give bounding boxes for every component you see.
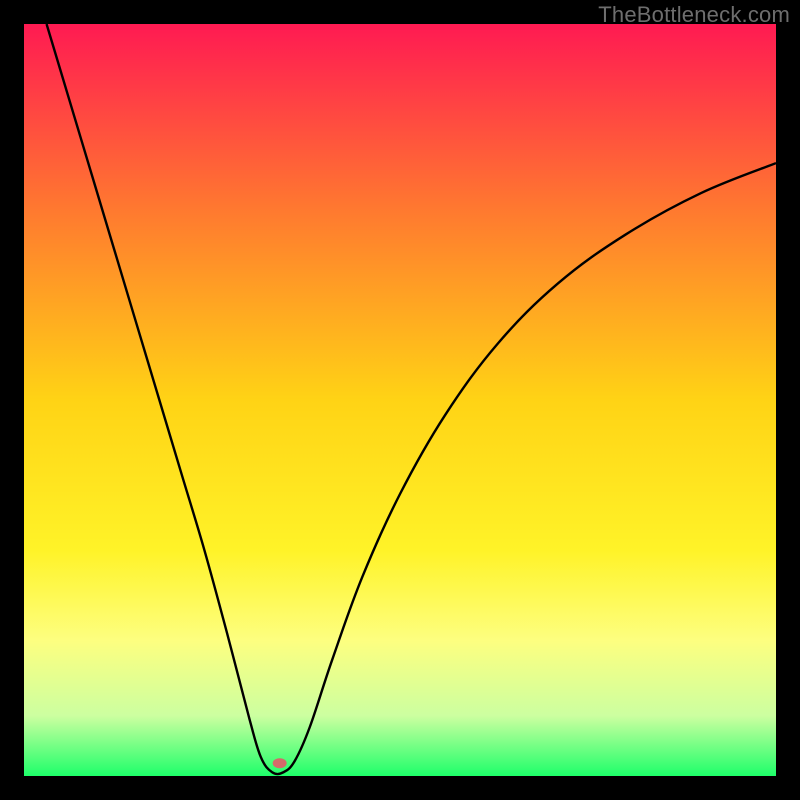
plot-background [24, 24, 776, 776]
bottleneck-chart [24, 24, 776, 776]
optimum-marker [273, 758, 287, 768]
chart-frame [24, 24, 776, 776]
